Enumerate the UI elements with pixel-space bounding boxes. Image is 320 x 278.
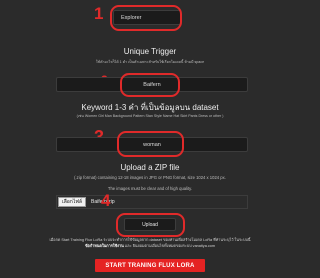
lora-training-page: 1 Explorer Unique Trigger ใช้คำอะไรก็ได้…: [0, 0, 300, 278]
model-name-value: Explorer: [121, 14, 142, 21]
terms-link[interactable]: ข้อกำหนดในการใช้งาน: [85, 244, 124, 248]
unique-trigger-hint: ใช้คำอะไรก็ได้ 1 คำ เป็นคำเฉพาะสำหรับใช้…: [95, 60, 205, 64]
start-training-button[interactable]: START TRANING FLUX LORA: [95, 259, 205, 272]
terms-note-line-2: ข้อกำหนดในการใช้งาน และ ยินยอมตามเงื่อนไ…: [0, 244, 300, 250]
terms-note-line-1: เมื่อกด Start Training Flux LoRa ระบบจะท…: [49, 238, 251, 242]
keywords-value: woman: [143, 141, 161, 148]
keywords-input[interactable]: woman: [56, 137, 248, 152]
choose-file-button[interactable]: เลือกไฟล์: [58, 197, 86, 207]
terms-note-rest: และ ยินยอมตามเงื่อนไขทั้งหมดของระบบ vana…: [124, 244, 216, 248]
zip-upload-quality-note: The images must be clear and of high qua…: [107, 186, 193, 191]
trigger-word-input[interactable]: Baifern: [56, 77, 248, 92]
zip-upload-heading: Upload a ZIP file: [120, 163, 180, 172]
zip-upload-requirements: (.zip format) containing 12-18 images in…: [74, 175, 226, 180]
unique-trigger-heading: Unique Trigger: [123, 47, 177, 56]
keywords-hint: (เช่น Women Girl Man Background Pattern …: [76, 114, 224, 118]
upload-button[interactable]: Upload: [124, 218, 176, 231]
trigger-word-value: Baifern: [143, 81, 161, 88]
step-number-4: 4: [101, 191, 111, 210]
model-name-input[interactable]: Explorer: [113, 10, 181, 25]
step-number-1: 1: [94, 4, 104, 23]
